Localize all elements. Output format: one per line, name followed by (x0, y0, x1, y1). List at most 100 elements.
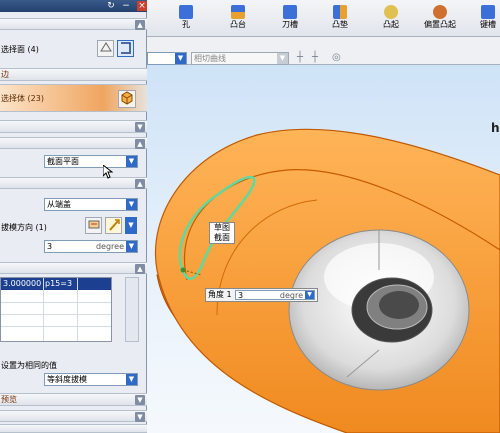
angle-screen-label: 角度 1 (208, 290, 232, 299)
table-divider (1, 314, 111, 315)
reset-icon[interactable]: ↻ (106, 1, 116, 11)
unit-dropdown-icon[interactable]: ▼ (126, 241, 137, 252)
follow-fillet-icon[interactable]: ┼ (312, 52, 322, 64)
chevron-up-icon[interactable]: ▲ (135, 139, 145, 149)
equal-draft-value: 等斜度拔模 (47, 375, 87, 384)
collapsed-section-4[interactable] (0, 424, 147, 433)
draft-section-header[interactable]: ▲ (0, 177, 147, 189)
draft-from-select[interactable]: 从端盖 ▼ (44, 198, 138, 211)
offset-emboss-icon (433, 5, 447, 19)
dropdown-arrow-icon[interactable]: ▼ (175, 53, 186, 64)
dropdown-arrow-icon[interactable]: ▼ (277, 53, 288, 64)
minimize-icon[interactable]: − (121, 1, 131, 11)
stop-at-intersection-icon[interactable]: ┼ (297, 52, 307, 64)
unit-dropdown-icon[interactable]: ▼ (305, 291, 314, 299)
select-body-button[interactable] (117, 40, 134, 57)
draft-direction-label: 拔模方向 (1) (1, 223, 47, 232)
angle-input-value: 3 (47, 242, 53, 251)
list-section-header[interactable]: ▲ (0, 262, 147, 274)
slot-icon (481, 5, 495, 19)
angle-screen-input[interactable]: 角度 1 3 degre ▼ (205, 288, 318, 302)
callout-line: 草图 (214, 223, 230, 232)
tool-label: 凸台 (230, 20, 246, 29)
emboss-icon (384, 5, 398, 19)
model-canvas[interactable] (147, 65, 500, 433)
direction-dropdown-icon[interactable]: ▼ (125, 217, 137, 234)
table-cell: p15=3 (45, 279, 73, 288)
section-plane-select[interactable]: 截面平面 ▼ (44, 155, 138, 168)
curve-rule-value: 相切曲线 (194, 54, 226, 63)
table-cell: 3.000000 (3, 279, 42, 288)
table-divider (1, 326, 111, 327)
edge-section-header[interactable]: 边 (0, 68, 147, 81)
slot-tool-button[interactable]: 键槽 (467, 3, 500, 35)
type-filter-select[interactable]: ▼ (147, 52, 187, 65)
boss-icon (231, 5, 245, 19)
chevron-down-icon[interactable]: ▼ (135, 122, 145, 132)
cube-icon[interactable] (118, 90, 136, 108)
collapsed-section-3[interactable]: ▼ (0, 410, 147, 422)
collapsed-section-1[interactable]: ▼ (0, 120, 147, 133)
hole-tool-button[interactable]: 孔 (165, 3, 207, 35)
offset-emboss-tool-button[interactable]: 偏置凸起 (419, 3, 461, 35)
close-icon[interactable]: × (137, 1, 147, 11)
dropdown-arrow-icon[interactable]: ▼ (126, 156, 137, 167)
edge-section-label: 边 (1, 70, 9, 79)
pad-tool-button[interactable]: 凸垫 (319, 3, 361, 35)
tool-label: 凸起 (383, 20, 399, 29)
tool-label: 键槽 (480, 20, 496, 29)
angle-unit: degree (95, 242, 124, 251)
emboss-tool-button[interactable]: 凸起 (370, 3, 412, 35)
dropdown-arrow-icon[interactable]: ▼ (126, 374, 137, 385)
table-scrollbar[interactable] (125, 277, 139, 342)
tool-label: 刀槽 (282, 20, 298, 29)
pocket-tool-button[interactable]: 刀槽 (269, 3, 311, 35)
table-divider (43, 278, 44, 341)
hole-icon (179, 5, 193, 19)
draft-dialog-panel: ↻ − × ▲ 选择面 (4) 边 选择体 (23) ▼ ▲ 截面平面 ▼ ▲ … (0, 0, 150, 433)
hole-inner-core (379, 291, 419, 319)
table-row[interactable]: 3.000000 p15=3 (1, 278, 111, 290)
face-selection-label: 选择面 (4) (1, 45, 39, 54)
feature-curves-icon[interactable]: ◎ (332, 52, 344, 64)
sketch-callout: 草图 截面 (209, 222, 235, 244)
table-divider (77, 278, 78, 341)
section-plane-value: 截面平面 (47, 157, 79, 166)
dropdown-arrow-icon[interactable]: ▼ (126, 199, 137, 210)
chevron-up-icon[interactable]: ▲ (135, 264, 145, 274)
feature-toolbar: 孔 凸台 刀槽 凸垫 凸起 偏置凸起 键槽 (147, 0, 500, 37)
chevron-up-icon[interactable]: ▲ (135, 20, 145, 30)
select-face-button[interactable] (97, 40, 114, 57)
boss-tool-button[interactable]: 凸台 (217, 3, 259, 35)
chevron-down-icon[interactable]: ▼ (135, 412, 145, 422)
chevron-up-icon[interactable]: ▲ (135, 179, 145, 189)
direction-vector-icon[interactable] (105, 217, 122, 234)
tool-label: 孔 (182, 20, 190, 29)
curve-rule-select[interactable]: 相切曲线 ▼ (191, 52, 289, 65)
collapsed-section-2[interactable]: ▲ (0, 137, 147, 149)
angle-input[interactable]: 3 degree ▼ (44, 240, 138, 253)
angle-screen-value: 3 (238, 291, 244, 300)
table-divider (1, 302, 111, 303)
body-selection-row[interactable]: 选择体 (23) (0, 84, 147, 112)
set-equal-label: 设置为相同的值 (1, 361, 57, 370)
angle-screen-field[interactable]: 3 degre ▼ (235, 290, 315, 300)
vector-dialog-button[interactable] (85, 217, 102, 234)
preview-section-label: 预览 (1, 395, 17, 404)
tool-label: 凸垫 (332, 20, 348, 29)
equal-draft-select[interactable]: 等斜度拔模 ▼ (44, 373, 138, 386)
draft-list-table[interactable]: 3.000000 p15=3 (0, 277, 112, 342)
tool-label: 偏置凸起 (424, 20, 456, 29)
pad-icon (333, 5, 347, 19)
graphics-viewport[interactable]: h 草图 截面 角度 1 3 degre ▼ (147, 65, 500, 433)
section-header[interactable]: ▲ (0, 18, 147, 30)
mouse-cursor-icon (102, 163, 114, 179)
angle-screen-unit: degre (279, 291, 303, 300)
pocket-icon (283, 5, 297, 19)
dialog-titlebar: ↻ − × (0, 0, 150, 12)
chevron-down-icon[interactable]: ▼ (135, 395, 145, 405)
selection-filter-bar: ▼ 相切曲线 ▼ ┼ ┼ ◎ (147, 37, 500, 65)
preview-section-header[interactable]: 预览 ▼ (0, 393, 147, 406)
draft-from-value: 从端盖 (47, 200, 71, 209)
body-selection-label: 选择体 (23) (1, 94, 44, 103)
